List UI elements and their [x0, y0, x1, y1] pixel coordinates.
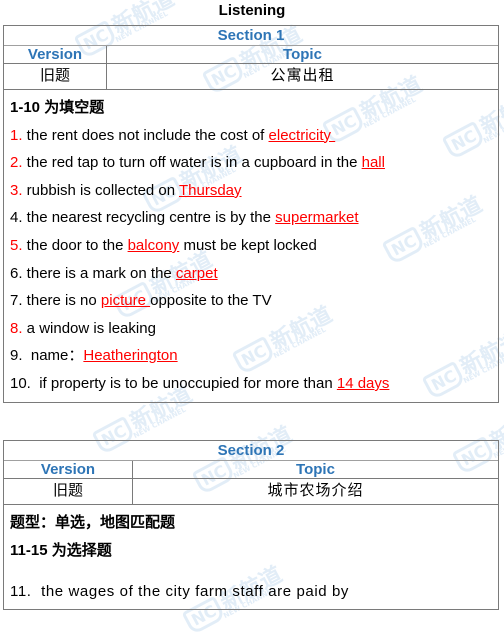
column-headers: Version Topic	[4, 46, 498, 64]
question-text: a window is leaking	[22, 319, 156, 337]
question-intro: 11-15 为选择题	[10, 541, 112, 559]
topic-header: Topic	[296, 461, 335, 478]
question-text: rubbish is collected on	[22, 181, 179, 199]
question-text-after: opposite to the TV	[150, 292, 272, 310]
answer: hall	[361, 154, 385, 172]
version-value: 旧题	[4, 479, 133, 504]
question-item: 10. if property is to be unoccupied for …	[10, 370, 498, 398]
version-value: 旧题	[4, 64, 107, 89]
topic-value: 公寓出租	[270, 67, 335, 84]
question-number: 6.	[10, 264, 23, 282]
answer: Thursday	[179, 181, 242, 199]
question-number: 5.	[10, 236, 23, 254]
answer: balcony	[127, 236, 180, 254]
question-text: name：	[22, 347, 84, 365]
question-item: 5. the door to the balcony must be kept …	[10, 232, 498, 260]
question-text: there is no	[22, 292, 101, 310]
section-1-header: Section 1	[4, 26, 498, 46]
info-row: 旧题 城市农场介绍	[4, 479, 498, 505]
topic-value: 城市农场介绍	[267, 482, 364, 499]
section-2-header: Section 2	[4, 441, 498, 461]
question-item: 3. rubbish is collected on Thursday	[10, 177, 498, 205]
question-number: 3.	[10, 181, 23, 199]
section-1-table: Section 1 Version Topic 旧题 公寓出租 1-10 为填空…	[3, 25, 499, 403]
info-row: 旧题 公寓出租	[4, 64, 498, 90]
question-list: 题型：单选，地图匹配题 11-15 为选择题 11. the wages of …	[4, 505, 498, 606]
question-number: 2.	[10, 154, 23, 172]
question-number: 11.	[10, 583, 32, 601]
answer: Heatherington	[83, 347, 178, 365]
question-type: 题型：单选，地图匹配题	[10, 514, 176, 531]
question-text: the red tap to turn off water is in a cu…	[22, 154, 362, 172]
question-number: 9.	[10, 347, 23, 365]
question-number: 4.	[10, 209, 23, 227]
question-item: 2. the red tap to turn off water is in a…	[10, 149, 498, 177]
question-item: 9. name：Heatherington	[10, 342, 498, 370]
question-item: 7. there is no picture opposite to the T…	[10, 287, 498, 315]
answer: carpet	[175, 264, 218, 282]
question-number: 8.	[10, 319, 23, 337]
question-number: 10.	[10, 374, 31, 392]
question-text: the door to the	[22, 236, 128, 254]
question-item: 6. there is a mark on the carpet	[10, 260, 498, 288]
version-header: Version	[4, 461, 133, 478]
question-number: 7.	[10, 292, 23, 310]
answer: electricity	[268, 126, 336, 144]
question-item: 8. a window is leaking	[10, 315, 498, 343]
question-text: if property is to be unoccupied for more…	[30, 374, 337, 392]
answer: picture	[100, 292, 151, 310]
question-item: 4. the nearest recycling centre is by th…	[10, 204, 498, 232]
question-text: the rent does not include the cost of	[22, 126, 269, 144]
question-list: 1-10 为填空题 1. the rent does not include t…	[4, 90, 498, 398]
answer: supermarket	[275, 209, 359, 227]
question-item: 1. the rent does not include the cost of…	[10, 122, 498, 150]
section-2-table: Section 2 Version Topic 旧题 城市农场介绍 题型：单选，…	[3, 440, 499, 610]
question-item: 11. the wages of the city farm staff are…	[10, 578, 498, 606]
question-text-after: must be kept locked	[179, 236, 317, 254]
question-text: the wages of the city farm staff are pai…	[31, 583, 350, 601]
question-number: 1.	[10, 126, 23, 144]
column-headers: Version Topic	[4, 461, 498, 479]
topic-header: Topic	[283, 46, 322, 63]
question-intro: 1-10 为填空题	[10, 99, 105, 116]
question-text: the nearest recycling centre is by the	[22, 209, 276, 227]
page-title: Listening	[218, 2, 286, 19]
version-header: Version	[4, 46, 107, 63]
answer: 14 days	[336, 374, 390, 392]
question-text: there is a mark on the	[22, 264, 176, 282]
